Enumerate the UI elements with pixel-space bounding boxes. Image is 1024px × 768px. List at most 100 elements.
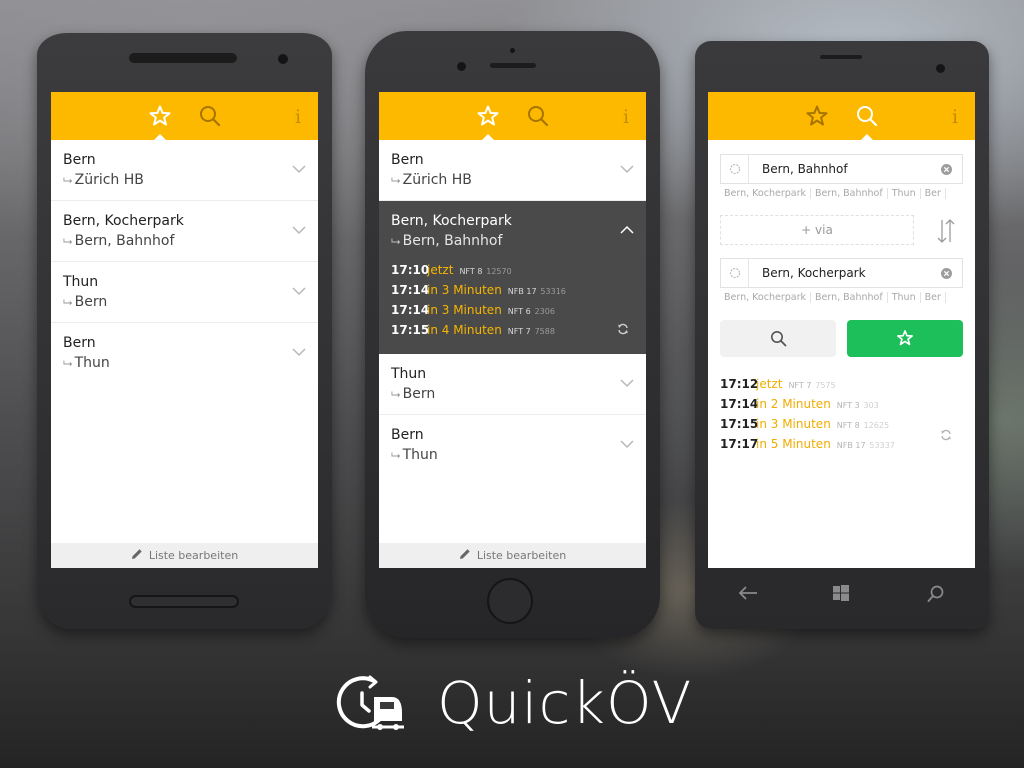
list-item[interactable]: Bern ⮡ Zürich HB bbox=[379, 140, 646, 201]
active-tab-indicator bbox=[860, 134, 874, 141]
add-favorite-button[interactable] bbox=[847, 320, 963, 357]
windows-phone: i Bern, Bahnhof Bern, Kocherpark Bern, Ba… bbox=[695, 41, 989, 629]
departure-relative: jetzt bbox=[427, 263, 454, 277]
suggestion-chip[interactable]: Bern, Bahnhof bbox=[811, 292, 888, 303]
list-item[interactable]: Bern ⮡ Thun bbox=[379, 415, 646, 476]
windows-icon[interactable] bbox=[833, 585, 849, 601]
phone-speaker bbox=[820, 55, 862, 59]
android-screen: i Bern ⮡ Zürich HB Bern, Kocherpark ⮡ Bern… bbox=[51, 92, 318, 568]
departure-relative: jetzt bbox=[756, 377, 783, 391]
favorites-list: Bern ⮡ Zürich HB Bern, Kocherpark ⮡ Bern, … bbox=[51, 140, 318, 384]
arrow-icon: ⮡ bbox=[63, 234, 73, 248]
list-item-expanded[interactable]: Bern, Kocherpark ⮡ Bern, Bahnhof 17:10jet… bbox=[379, 201, 646, 354]
info-icon[interactable]: i bbox=[947, 105, 963, 129]
route-to: ⮡ Thun bbox=[63, 355, 110, 371]
clear-icon[interactable] bbox=[941, 268, 952, 279]
app-header: i bbox=[379, 92, 646, 141]
pencil-icon bbox=[459, 549, 470, 559]
list-item[interactable]: Thun ⮡ Bern bbox=[51, 262, 318, 323]
location-button[interactable] bbox=[721, 259, 749, 287]
location-icon bbox=[729, 163, 741, 175]
route-to-label: Bern, Bahnhof bbox=[74, 233, 175, 249]
search-icon[interactable] bbox=[198, 104, 222, 128]
search-icon[interactable] bbox=[927, 585, 945, 603]
suggestion-chip[interactable]: Bern, Kocherpark bbox=[720, 292, 811, 303]
list-item[interactable]: Bern ⮡ Thun bbox=[51, 323, 318, 384]
star-icon bbox=[897, 330, 913, 346]
arrow-icon: ⮡ bbox=[63, 295, 73, 309]
list-item[interactable]: Bern ⮡ Zürich HB bbox=[51, 140, 318, 201]
departure-results: 17:12jetzt NFT 7 7575 17:14in 2 Minuten NF… bbox=[720, 377, 963, 457]
departure-number: 12570 bbox=[486, 267, 512, 276]
route-to-label: Thun bbox=[402, 447, 438, 463]
departure-number: 53337 bbox=[869, 441, 895, 450]
search-icon[interactable] bbox=[855, 104, 879, 128]
phone-camera bbox=[278, 54, 288, 64]
edit-list-button[interactable]: Liste bearbeiten bbox=[51, 543, 318, 568]
star-icon[interactable] bbox=[476, 104, 500, 128]
route-to: ⮡ Bern, Bahnhof bbox=[63, 233, 174, 249]
departure-number: 7588 bbox=[534, 327, 555, 336]
route-from: Bern bbox=[63, 335, 96, 351]
departure-line: NFB 17 bbox=[836, 441, 866, 450]
route-from: Thun bbox=[63, 274, 99, 290]
chevron-up-icon[interactable] bbox=[620, 225, 634, 235]
chevron-down-icon[interactable] bbox=[620, 439, 634, 449]
list-item[interactable]: Bern, Kocherpark ⮡ Bern, Bahnhof bbox=[51, 201, 318, 262]
route-to: ⮡ Bern bbox=[63, 294, 107, 310]
to-value: Bern, Kocherpark bbox=[762, 266, 866, 280]
arrow-icon: ⮡ bbox=[391, 387, 401, 401]
route-from: Bern bbox=[391, 427, 424, 443]
home-button[interactable] bbox=[129, 595, 239, 608]
search-button[interactable] bbox=[720, 320, 836, 357]
to-field[interactable]: Bern, Kocherpark bbox=[720, 258, 963, 288]
back-icon[interactable] bbox=[738, 585, 758, 601]
search-icon[interactable] bbox=[526, 104, 550, 128]
star-icon[interactable] bbox=[805, 104, 829, 128]
refresh-icon[interactable] bbox=[940, 429, 952, 441]
edit-list-label: Liste bearbeiten bbox=[148, 549, 239, 562]
departure-time: 17:14 bbox=[391, 303, 430, 317]
location-icon bbox=[729, 267, 741, 279]
route-to-label: Zürich HB bbox=[74, 172, 144, 188]
suggestion-chip[interactable]: Bern, Kocherpark bbox=[720, 188, 811, 199]
edit-list-button[interactable]: Liste bearbeiten bbox=[379, 543, 646, 568]
departure-row: 17:12jetzt NFT 7 7575 bbox=[720, 377, 963, 397]
chevron-down-icon[interactable] bbox=[292, 347, 306, 357]
app-logo bbox=[336, 675, 404, 730]
home-button[interactable] bbox=[487, 578, 533, 624]
list-item[interactable]: Thun ⮡ Bern bbox=[379, 354, 646, 415]
suggestion-chip[interactable]: Thun bbox=[888, 188, 921, 199]
star-icon[interactable] bbox=[148, 104, 172, 128]
chevron-down-icon[interactable] bbox=[620, 164, 634, 174]
chevron-down-icon[interactable] bbox=[620, 378, 634, 388]
departure-number: 7575 bbox=[815, 381, 836, 390]
suggestion-chip[interactable]: Ber bbox=[921, 292, 946, 303]
chevron-down-icon[interactable] bbox=[292, 164, 306, 174]
arrow-icon: ⮡ bbox=[391, 448, 401, 462]
chevron-down-icon[interactable] bbox=[292, 286, 306, 296]
departure-line: NFT 7 bbox=[507, 327, 531, 336]
suggestion-chip[interactable]: Bern, Bahnhof bbox=[811, 188, 888, 199]
swap-icon[interactable] bbox=[936, 217, 956, 245]
departure-relative: in 3 Minuten bbox=[427, 283, 502, 297]
chevron-down-icon[interactable] bbox=[292, 225, 306, 235]
departure-time: 17:15 bbox=[391, 323, 430, 337]
departure-line: NFT 8 bbox=[836, 421, 860, 430]
suggestion-chip[interactable]: Ber bbox=[921, 188, 946, 199]
departure-row: 17:14in 3 Minuten NFB 17 53316 bbox=[391, 283, 636, 303]
refresh-icon[interactable] bbox=[617, 323, 629, 335]
windows-screen: i Bern, Bahnhof Bern, Kocherpark Bern, Ba… bbox=[708, 92, 975, 568]
add-via-button[interactable]: + via bbox=[720, 215, 914, 245]
clear-icon[interactable] bbox=[941, 164, 952, 175]
location-button[interactable] bbox=[721, 155, 749, 183]
route-from: Bern bbox=[63, 152, 96, 168]
app-header: i bbox=[51, 92, 318, 141]
from-field[interactable]: Bern, Bahnhof bbox=[720, 154, 963, 184]
app-header: i bbox=[708, 92, 975, 141]
departure-time: 17:17 bbox=[720, 437, 759, 451]
suggestion-chip[interactable]: Thun bbox=[888, 292, 921, 303]
info-icon[interactable]: i bbox=[618, 105, 634, 129]
from-value: Bern, Bahnhof bbox=[762, 162, 848, 176]
info-icon[interactable]: i bbox=[290, 105, 306, 129]
